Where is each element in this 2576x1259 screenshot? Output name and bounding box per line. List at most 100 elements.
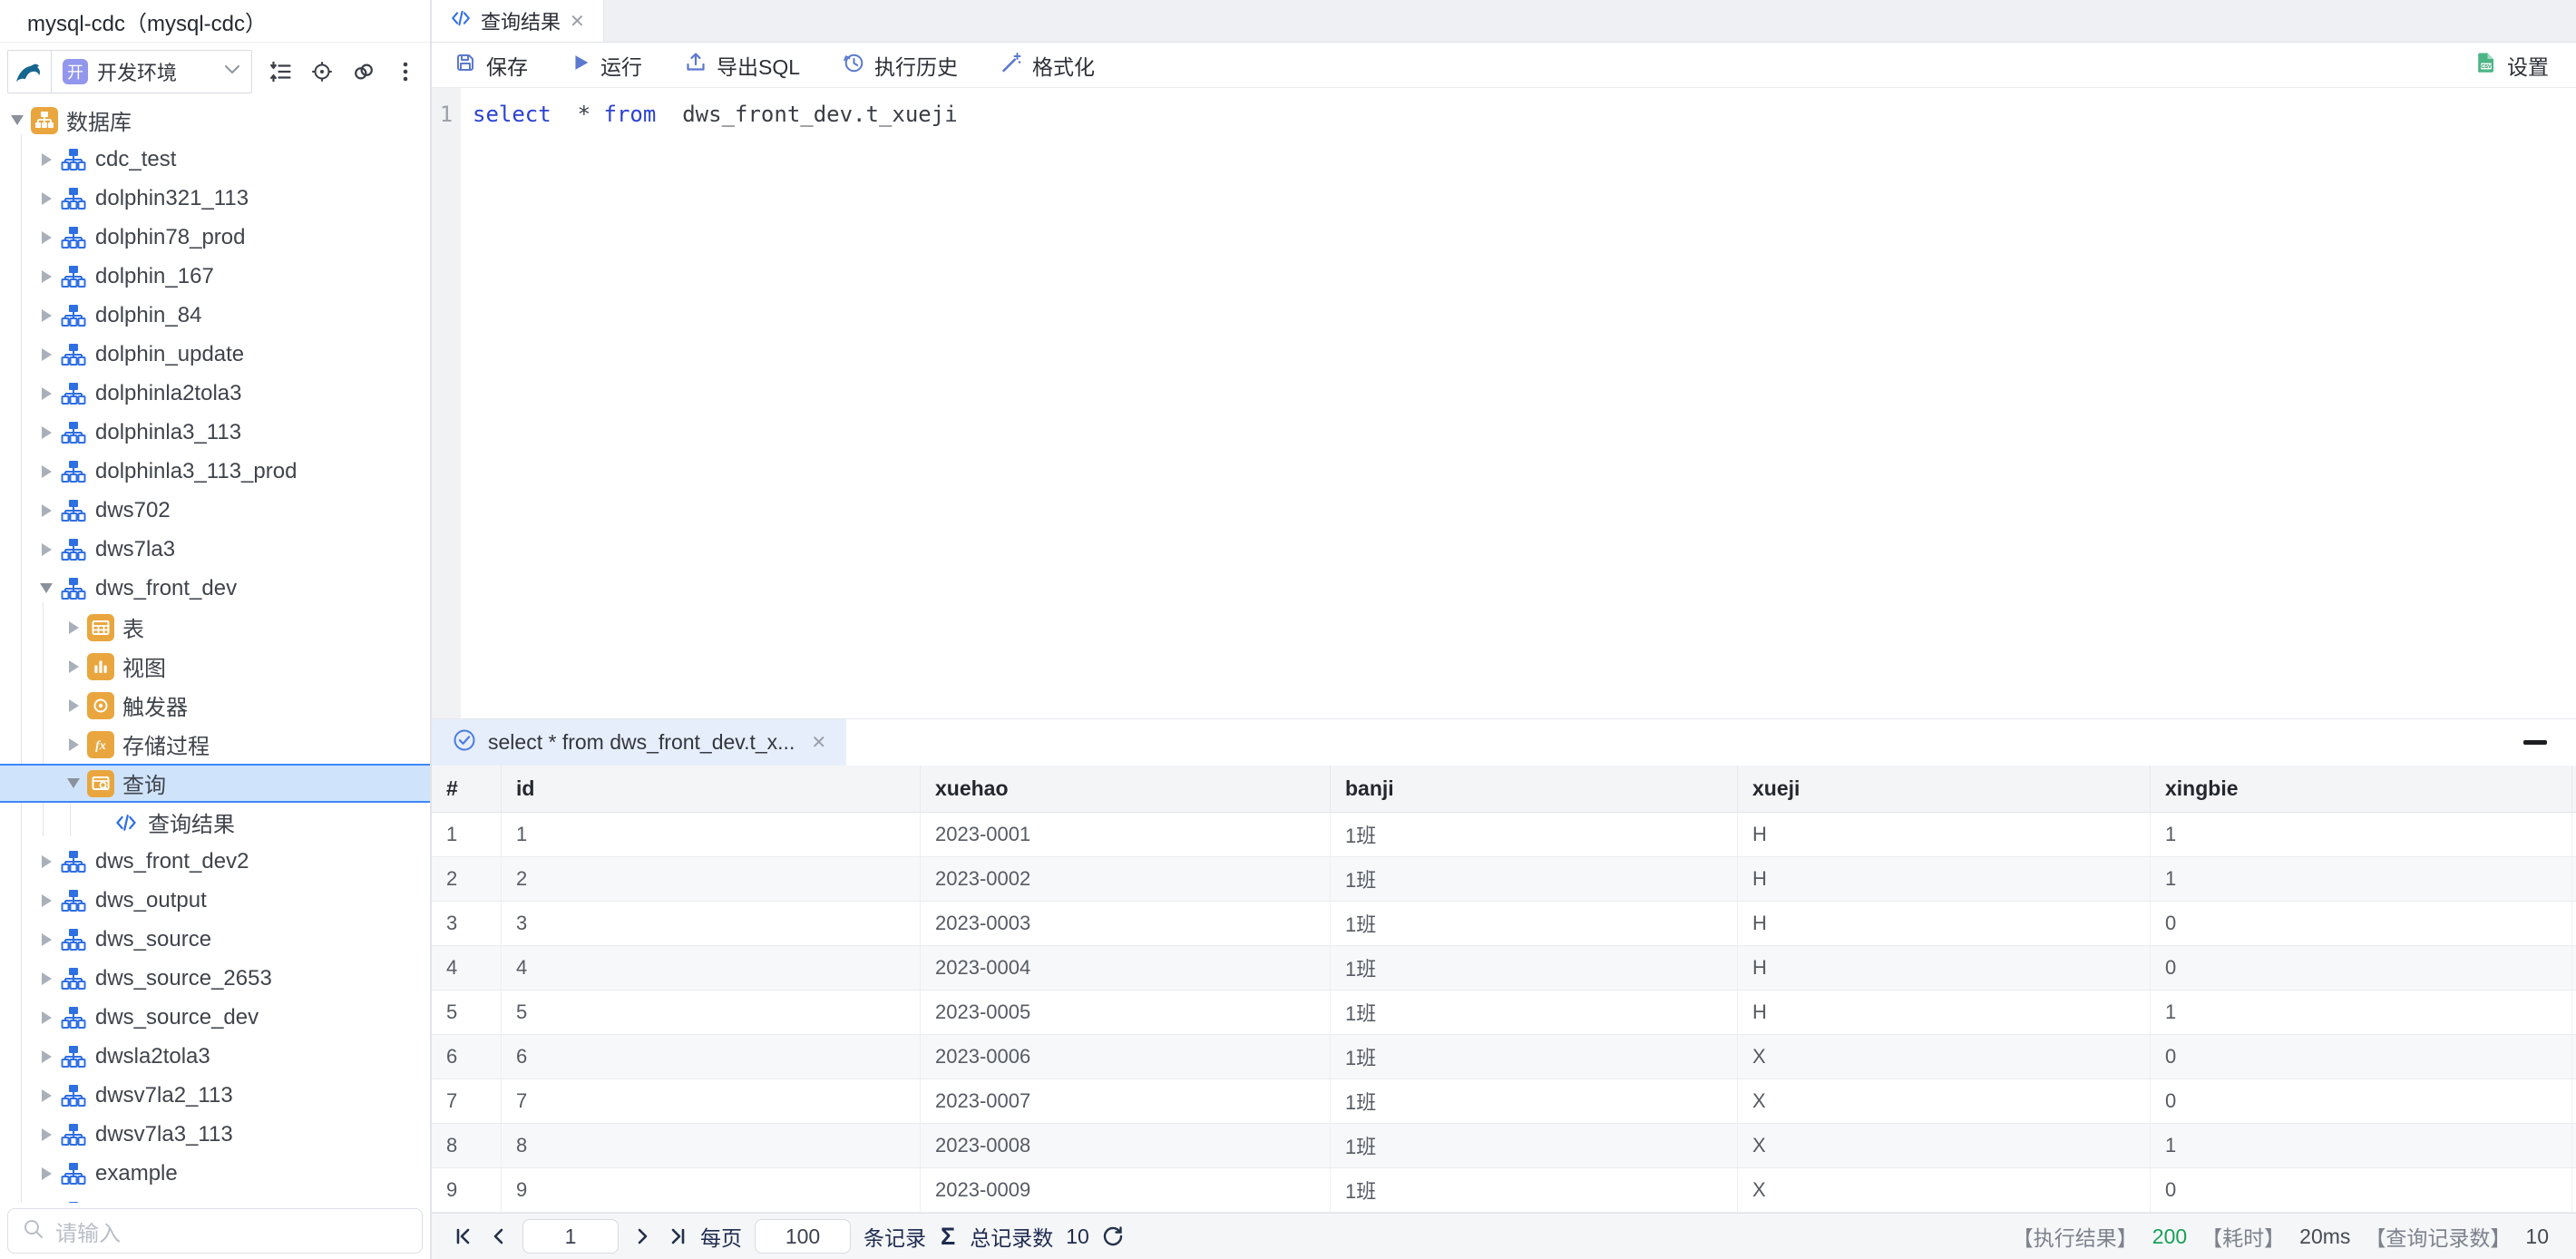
page-size-input[interactable] bbox=[755, 1219, 851, 1254]
sql-editor[interactable]: 1 select * from dws_front_dev.t_xueji bbox=[432, 88, 2576, 718]
tab-query-result[interactable]: 查询结果 ✕ bbox=[432, 0, 604, 42]
tree-item-dws_front_dev2[interactable]: dws_front_dev2 bbox=[0, 842, 430, 881]
environment-dropdown[interactable]: 开 开发环境 bbox=[52, 51, 251, 93]
table-row[interactable]: 552023-00051班H1 bbox=[432, 991, 2576, 1035]
tree-item-dws_front_dev[interactable]: dws_front_dev bbox=[0, 569, 430, 608]
expand-arrow-icon[interactable] bbox=[63, 696, 83, 716]
table-row[interactable]: 882023-00081班X1 bbox=[432, 1124, 2576, 1168]
column-header-banji[interactable]: banji bbox=[1331, 766, 1738, 812]
expand-arrow-icon[interactable] bbox=[36, 228, 56, 248]
expand-arrow-icon[interactable] bbox=[36, 1125, 56, 1145]
tree-item-表[interactable]: 表 bbox=[0, 608, 430, 647]
tree-item-cdc_test[interactable]: cdc_test bbox=[0, 140, 430, 179]
tree-item-数据库[interactable]: 数据库 bbox=[0, 101, 430, 140]
table-row[interactable]: 992023-00091班X0 bbox=[432, 1168, 2576, 1213]
expand-arrow-icon[interactable] bbox=[36, 150, 56, 170]
column-header-xingbie[interactable]: xingbie bbox=[2151, 766, 2572, 812]
tree-item-dws_source[interactable]: dws_source bbox=[0, 920, 430, 959]
row-height-icon[interactable] bbox=[268, 60, 292, 83]
tree-item-dws702[interactable]: dws702 bbox=[0, 491, 430, 530]
export-sql-button[interactable]: 导出SQL bbox=[684, 50, 800, 81]
expand-arrow-icon[interactable] bbox=[63, 618, 83, 638]
expand-arrow-icon[interactable] bbox=[63, 735, 83, 755]
expand-arrow-icon[interactable] bbox=[36, 891, 56, 911]
tree-item-dolphin_167[interactable]: dolphin_167 bbox=[0, 257, 430, 296]
expand-arrow-icon[interactable] bbox=[36, 540, 56, 560]
more-icon[interactable] bbox=[394, 60, 417, 83]
expand-arrow-icon[interactable] bbox=[63, 657, 83, 677]
expand-arrow-icon[interactable] bbox=[36, 384, 56, 404]
table-row[interactable]: 772023-00071班X0 bbox=[432, 1079, 2576, 1124]
expand-arrow-icon[interactable] bbox=[36, 930, 56, 950]
locate-icon[interactable] bbox=[310, 60, 334, 83]
table-row[interactable]: 442023-00041班H0 bbox=[432, 946, 2576, 991]
page-number-input[interactable] bbox=[522, 1219, 619, 1254]
tree-item-触发器[interactable]: 触发器 bbox=[0, 686, 430, 725]
settings-button[interactable]: CSV 设置 bbox=[2474, 50, 2549, 81]
expand-arrow-icon[interactable] bbox=[36, 189, 56, 209]
refresh-icon[interactable] bbox=[1102, 1225, 1124, 1247]
table-row[interactable]: 332023-00031班H0 bbox=[432, 902, 2576, 946]
expand-arrow-icon[interactable] bbox=[36, 1164, 56, 1184]
expand-arrow-icon[interactable] bbox=[36, 1086, 56, 1106]
column-header-xuehao[interactable]: xuehao bbox=[921, 766, 1331, 812]
tree-item-dws_source_dev[interactable]: dws_source_dev bbox=[0, 998, 430, 1037]
next-page-icon[interactable] bbox=[631, 1225, 653, 1247]
tree-item-视图[interactable]: 视图 bbox=[0, 647, 430, 686]
format-button[interactable]: 格式化 bbox=[1000, 50, 1095, 81]
tree-item-查询结果[interactable]: 查询结果 bbox=[0, 803, 430, 842]
table-row[interactable]: 112023-00011班H1 bbox=[432, 813, 2576, 857]
tree-item-查询[interactable]: 查询 bbox=[0, 764, 430, 803]
collapse-arrow-icon[interactable] bbox=[7, 111, 27, 131]
link-icon[interactable] bbox=[352, 60, 376, 83]
history-button[interactable]: 执行历史 bbox=[842, 50, 958, 81]
expand-arrow-icon[interactable] bbox=[36, 1047, 56, 1067]
expand-arrow-icon[interactable] bbox=[36, 501, 56, 521]
result-tab[interactable]: select * from dws_front_dev.t_x... ✕ bbox=[432, 719, 846, 766]
table-row[interactable]: 662023-00061班X0 bbox=[432, 1035, 2576, 1079]
tree-item-example[interactable]: example bbox=[0, 1154, 430, 1193]
tree-item-dolphinla3_113[interactable]: dolphinla3_113 bbox=[0, 413, 430, 452]
record-count-value: 10 bbox=[2525, 1225, 2549, 1249]
expand-arrow-icon[interactable] bbox=[36, 1008, 56, 1028]
tree-item-存储过程[interactable]: fx存储过程 bbox=[0, 725, 430, 764]
tree-item-dolphin_84[interactable]: dolphin_84 bbox=[0, 296, 430, 335]
table-row[interactable]: 222023-00021班H1 bbox=[432, 857, 2576, 902]
expand-arrow-icon[interactable] bbox=[36, 852, 56, 872]
chevron-down-icon bbox=[224, 63, 240, 80]
tree-item-langchao_com[interactable]: langchao_com bbox=[0, 1193, 430, 1203]
column-header-id[interactable]: id bbox=[502, 766, 921, 812]
tree-item-dwsv7la3_113[interactable]: dwsv7la3_113 bbox=[0, 1115, 430, 1154]
save-button[interactable]: 保存 bbox=[454, 50, 528, 81]
tree-item-dws_source_2653[interactable]: dws_source_2653 bbox=[0, 959, 430, 998]
collapse-arrow-icon[interactable] bbox=[36, 579, 56, 599]
tree-item-dolphin321_113[interactable]: dolphin321_113 bbox=[0, 179, 430, 218]
expand-arrow-icon[interactable] bbox=[36, 267, 56, 287]
expand-arrow-icon[interactable] bbox=[36, 306, 56, 326]
sql-code-line[interactable]: select * from dws_front_dev.t_xueji bbox=[461, 88, 2576, 718]
tree-item-dws7la3[interactable]: dws7la3 bbox=[0, 530, 430, 569]
column-header-#[interactable]: # bbox=[432, 766, 502, 812]
expand-arrow-icon[interactable] bbox=[36, 462, 56, 482]
tree-item-dolphin_update[interactable]: dolphin_update bbox=[0, 335, 430, 374]
last-page-icon[interactable] bbox=[666, 1225, 688, 1247]
tree-item-dolphinla3_113_prod[interactable]: dolphinla3_113_prod bbox=[0, 452, 430, 491]
expand-arrow-icon[interactable] bbox=[36, 423, 56, 443]
tree-search-input[interactable]: 请输入 bbox=[7, 1208, 423, 1254]
collapse-arrow-icon[interactable] bbox=[63, 774, 83, 794]
tree-item-dolphin78_prod[interactable]: dolphin78_prod bbox=[0, 218, 430, 257]
run-button[interactable]: 运行 bbox=[570, 50, 642, 81]
close-icon[interactable]: ✕ bbox=[570, 10, 585, 33]
close-icon[interactable]: ✕ bbox=[811, 731, 826, 754]
column-header-xueji[interactable]: xueji bbox=[1738, 766, 2151, 812]
tree-item-dws_output[interactable]: dws_output bbox=[0, 881, 430, 920]
first-page-icon[interactable] bbox=[454, 1225, 475, 1247]
tree-item-dwsv7la2_113[interactable]: dwsv7la2_113 bbox=[0, 1076, 430, 1115]
tree-item-dwsla2tola3[interactable]: dwsla2tola3 bbox=[0, 1037, 430, 1076]
minimize-results-button[interactable] bbox=[2522, 735, 2549, 751]
expand-arrow-icon[interactable] bbox=[36, 1203, 56, 1204]
expand-arrow-icon[interactable] bbox=[36, 969, 56, 989]
tree-item-dolphinla2tola3[interactable]: dolphinla2tola3 bbox=[0, 374, 430, 413]
prev-page-icon[interactable] bbox=[488, 1225, 510, 1247]
expand-arrow-icon[interactable] bbox=[36, 345, 56, 365]
